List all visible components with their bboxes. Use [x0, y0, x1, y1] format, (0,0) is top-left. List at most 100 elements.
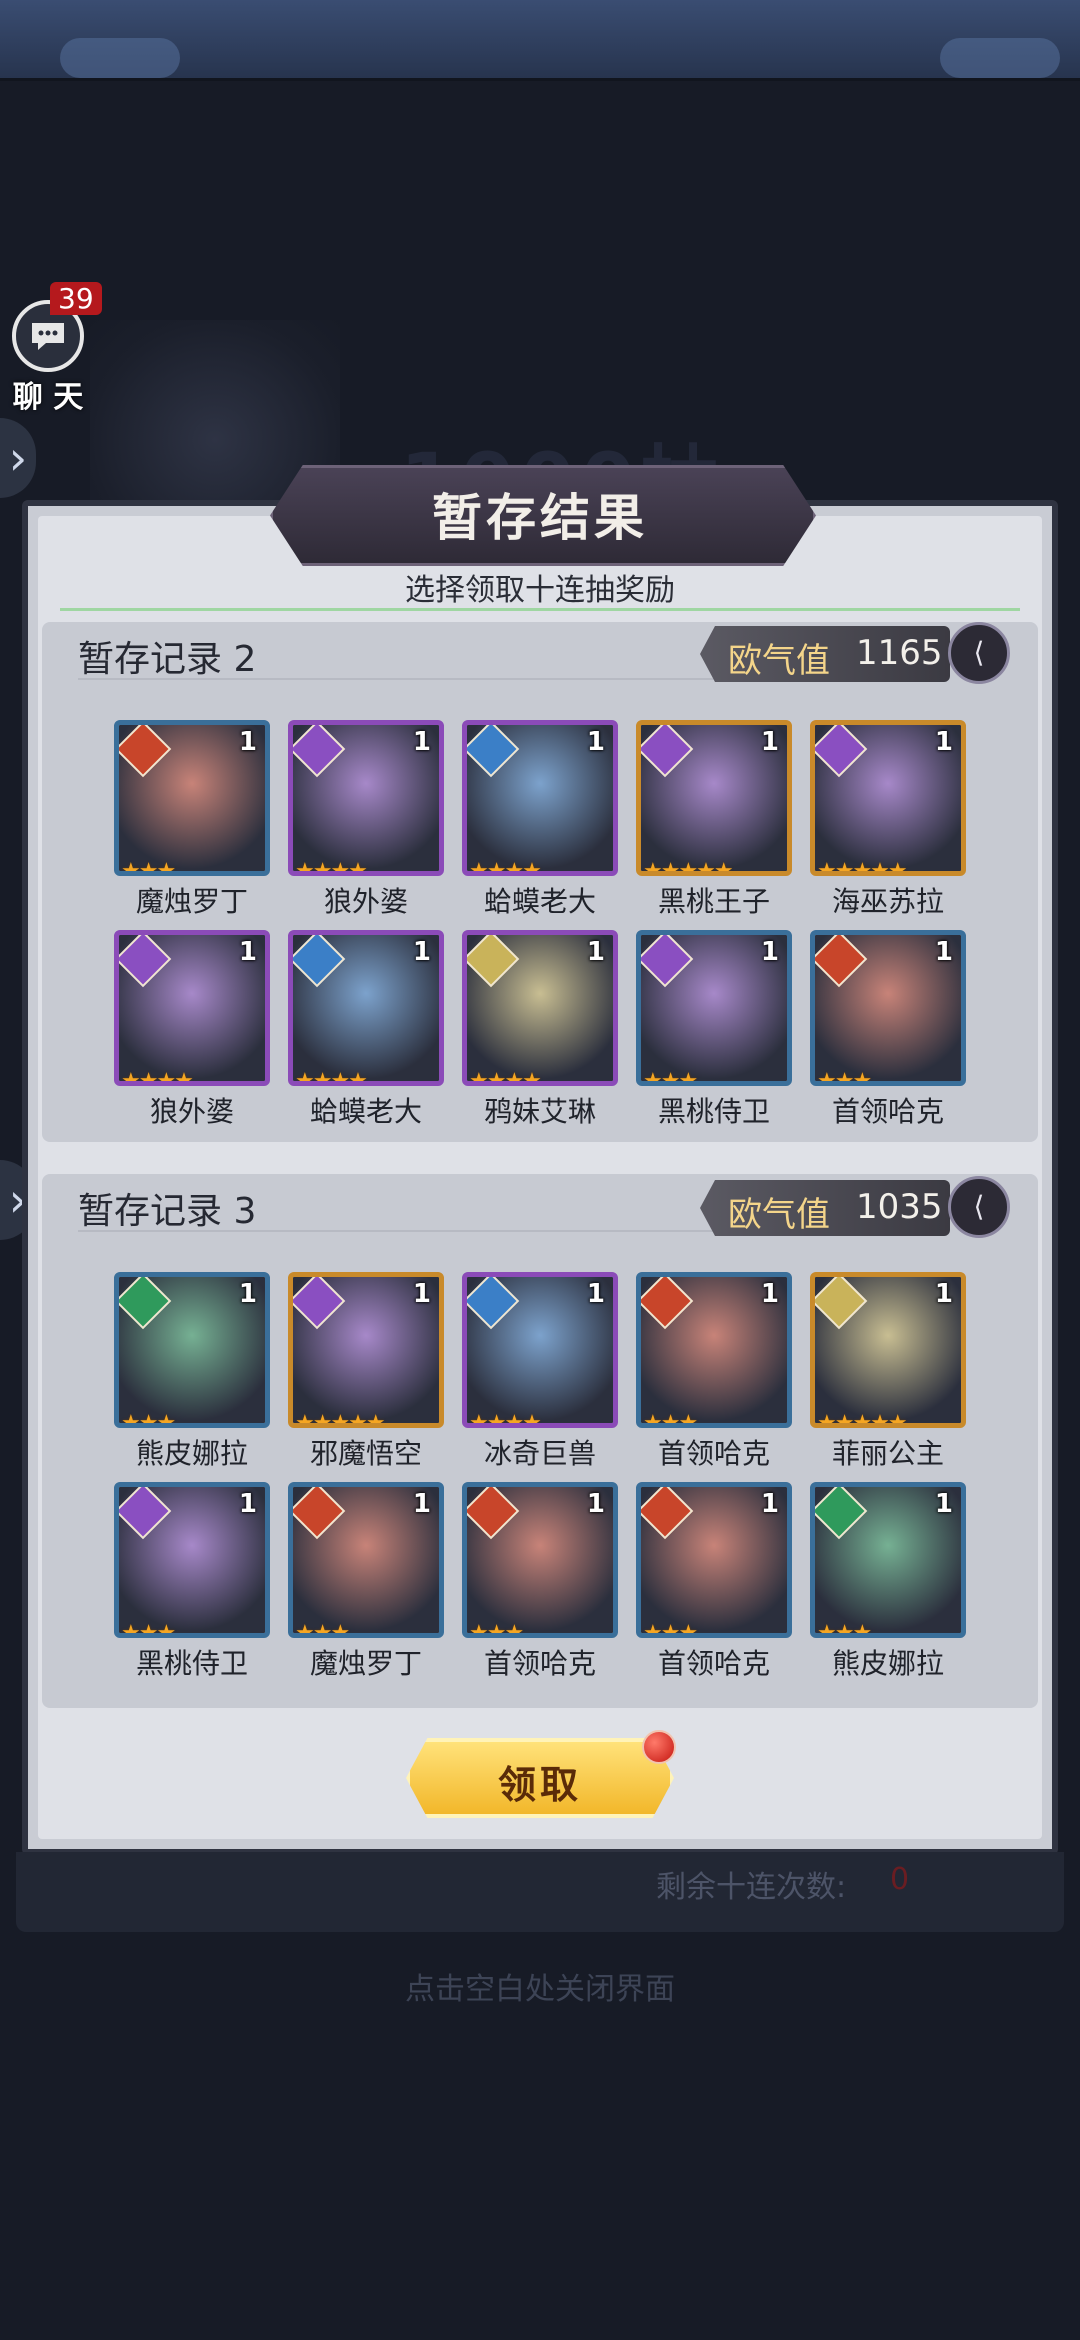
- hero-level: 1: [760, 937, 779, 967]
- luck-label: 欧气值: [728, 641, 830, 681]
- hero-name: 黑桃侍卫: [135, 1647, 248, 1680]
- hero-portrait-frame: 1 ★★★: [636, 1482, 792, 1638]
- hero-name: 蛤蟆老大: [309, 1095, 422, 1128]
- hero-name: 首领哈克: [831, 1095, 944, 1128]
- hero-level: 1: [934, 1279, 953, 1309]
- hero-portrait-frame: 1 ★★★: [810, 930, 966, 1086]
- claim-button-label: 领取: [497, 1763, 582, 1807]
- hero-portrait-frame: 1 ★★★★★: [810, 720, 966, 876]
- hero-stars: ★★★★: [295, 1069, 368, 1086]
- share-icon[interactable]: ⟨: [948, 622, 1010, 684]
- hero-portrait-frame: 1 ★★★: [810, 1482, 966, 1638]
- panel-title: 暂存结果: [432, 489, 648, 547]
- hero-level: 1: [586, 937, 605, 967]
- hero-level: 1: [586, 1489, 605, 1519]
- hero-card[interactable]: 1 ★★★★★ 海巫苏拉: [810, 720, 966, 920]
- hero-card[interactable]: 1 ★★★★★ 菲丽公主: [810, 1272, 966, 1472]
- hero-level: 1: [760, 1279, 779, 1309]
- hero-stars: ★★★★★: [643, 859, 734, 876]
- hero-card[interactable]: 1 ★★★★ 蛤蟆老大: [288, 930, 444, 1130]
- hero-portrait-frame: 1 ★★★: [114, 1482, 270, 1638]
- hero-card[interactable]: 1 ★★★ 魔烛罗丁: [114, 720, 270, 920]
- hero-level: 1: [586, 727, 605, 757]
- hero-stars: ★★★★: [469, 1069, 542, 1086]
- hero-card[interactable]: 1 ★★★ 熊皮娜拉: [114, 1272, 270, 1472]
- hero-name: 黑桃侍卫: [657, 1095, 770, 1128]
- hero-level: 1: [238, 1279, 257, 1309]
- hero-stars: ★★★★★: [295, 1411, 386, 1428]
- hero-name: 黑桃王子: [657, 885, 770, 918]
- side-expand-arrow-icon[interactable]: ›: [0, 418, 36, 498]
- hero-card[interactable]: 1 ★★★ 黑桃侍卫: [636, 930, 792, 1130]
- hero-level: 1: [412, 1279, 431, 1309]
- hero-name: 蛤蟆老大: [483, 885, 596, 918]
- unread-badge: 39: [50, 282, 102, 315]
- hero-card[interactable]: 1 ★★★ 黑桃侍卫: [114, 1482, 270, 1682]
- hero-name: 魔烛罗丁: [135, 885, 248, 918]
- hero-level: 1: [238, 727, 257, 757]
- record-title: 暂存记录 3: [78, 1191, 257, 1232]
- hero-stars: ★★★★★: [817, 1411, 908, 1428]
- hero-level: 1: [238, 1489, 257, 1519]
- hero-level: 1: [934, 937, 953, 967]
- hero-card[interactable]: 1 ★★★★ 鸦妹艾琳: [462, 930, 618, 1130]
- record-title: 暂存记录 2: [78, 639, 257, 680]
- red-dot-notification: [642, 1730, 676, 1764]
- hero-level: 1: [934, 727, 953, 757]
- hero-card[interactable]: 1 ★★★★ 狼外婆: [288, 720, 444, 920]
- hero-card[interactable]: 1 ★★★★★ 黑桃王子: [636, 720, 792, 920]
- hero-level: 1: [934, 1489, 953, 1519]
- hero-name: 海巫苏拉: [831, 885, 944, 918]
- hero-portrait-frame: 1 ★★★★: [462, 930, 618, 1086]
- hero-stars: ★★★★★: [817, 859, 908, 876]
- hero-level: 1: [412, 727, 431, 757]
- hero-card[interactable]: 1 ★★★ 熊皮娜拉: [810, 1482, 966, 1682]
- hero-portrait-frame: 1 ★★★: [636, 1272, 792, 1428]
- hero-card[interactable]: 1 ★★★ 首领哈克: [636, 1482, 792, 1682]
- luck-value: 1165: [856, 633, 943, 673]
- hero-name: 首领哈克: [657, 1437, 770, 1470]
- hero-stars: ★★★★: [469, 1411, 542, 1428]
- hero-portrait-frame: 1 ★★★★★: [636, 720, 792, 876]
- hero-name: 首领哈克: [657, 1647, 770, 1680]
- hero-name: 首领哈克: [483, 1647, 596, 1680]
- hero-stars: ★★★★: [121, 1069, 194, 1086]
- hero-card[interactable]: 1 ★★★★★ 邪魔悟空: [288, 1272, 444, 1472]
- hero-stars: ★★★: [121, 1411, 176, 1428]
- luck-value: 1035: [856, 1187, 943, 1227]
- cloud-decoration: [940, 38, 1060, 78]
- hero-stars: ★★★: [817, 1069, 872, 1086]
- hero-name: 狼外婆: [323, 885, 408, 918]
- hero-name: 熊皮娜拉: [135, 1437, 248, 1470]
- hero-portrait-frame: 1 ★★★★: [462, 720, 618, 876]
- remaining-draws-value: 0: [890, 1862, 910, 1897]
- hero-stars: ★★★★: [295, 859, 368, 876]
- hero-portrait-frame: 1 ★★★: [114, 1272, 270, 1428]
- remaining-draws-label: 剩余十连次数:: [656, 1870, 847, 1905]
- divider: [60, 608, 1020, 611]
- hero-card[interactable]: 1 ★★★ 首领哈克: [810, 930, 966, 1130]
- luck-label: 欧气值: [728, 1195, 830, 1235]
- hero-level: 1: [238, 937, 257, 967]
- chat-button[interactable]: 39 聊 天: [6, 282, 102, 415]
- chat-label: 聊 天: [12, 380, 84, 415]
- panel-subtitle: 选择领取十连抽奖励: [405, 573, 675, 608]
- hero-card[interactable]: 1 ★★★ 首领哈克: [462, 1482, 618, 1682]
- hero-portrait-frame: 1 ★★★★: [114, 930, 270, 1086]
- hero-card[interactable]: 1 ★★★★ 狼外婆: [114, 930, 270, 1130]
- hero-stars: ★★★: [121, 859, 176, 876]
- hero-name: 鸦妹艾琳: [483, 1095, 596, 1128]
- hero-card[interactable]: 1 ★★★★ 蛤蟆老大: [462, 720, 618, 920]
- hero-card[interactable]: 1 ★★★ 首领哈克: [636, 1272, 792, 1472]
- hero-card[interactable]: 1 ★★★★ 冰奇巨兽: [462, 1272, 618, 1472]
- hero-portrait-frame: 1 ★★★: [288, 1482, 444, 1638]
- hero-name: 邪魔悟空: [309, 1437, 422, 1470]
- hero-level: 1: [586, 1279, 605, 1309]
- share-icon[interactable]: ⟨: [948, 1176, 1010, 1238]
- hero-stars: ★★★: [469, 1621, 524, 1638]
- hero-stars: ★★★★: [469, 859, 542, 876]
- hero-level: 1: [412, 1489, 431, 1519]
- close-hint[interactable]: 点击空白处关闭界面: [0, 1964, 1080, 2008]
- hero-card[interactable]: 1 ★★★ 魔烛罗丁: [288, 1482, 444, 1682]
- hero-name: 熊皮娜拉: [831, 1647, 944, 1680]
